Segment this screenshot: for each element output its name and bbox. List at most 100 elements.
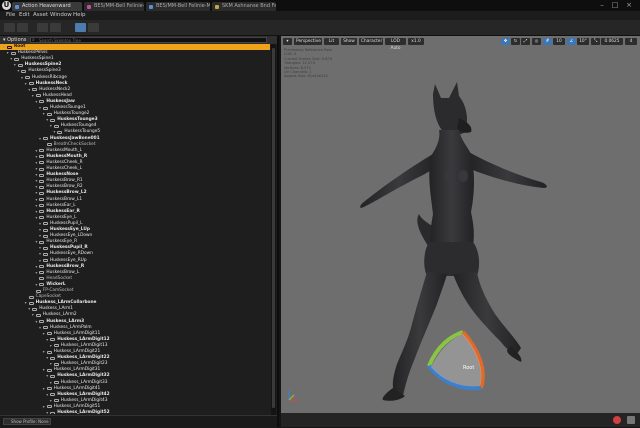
- record-icon[interactable]: [613, 416, 621, 424]
- bone-row[interactable]: ▾ HuskessBrow_L2: [0, 190, 270, 196]
- bone-row[interactable]: ▾ HuskessEye_R: [0, 239, 270, 245]
- bone-row[interactable]: ▾ HuskessEye_RDown: [0, 251, 270, 257]
- bone-row[interactable]: ▾ HuskessEye_LUp: [0, 227, 270, 233]
- bone-row[interactable]: ▾ Huskess_LArmDigit42: [0, 392, 270, 398]
- world-space-icon[interactable]: ◎: [532, 38, 541, 45]
- show-button[interactable]: Show: [341, 38, 357, 45]
- bone-row[interactable]: ▾ Huskess_LArmDigit51: [0, 404, 270, 410]
- bone-row[interactable]: ▾ Huskess_LArmDigit12: [0, 337, 270, 343]
- expand-arrow-icon[interactable]: ▾: [43, 331, 45, 337]
- viewport-options-button[interactable]: ▾: [283, 38, 292, 45]
- expand-arrow-icon[interactable]: ▾: [7, 50, 9, 56]
- search-input[interactable]: Search Skeleton Tree: [30, 37, 267, 43]
- expand-arrow-icon[interactable]: ▾: [35, 184, 37, 190]
- perspective-button[interactable]: Perspective: [294, 38, 322, 45]
- expand-arrow-icon[interactable]: ▾: [50, 380, 52, 386]
- bone-row[interactable]: ▾ HuskessCheek_R: [0, 160, 270, 166]
- options-dropdown[interactable]: ▾ Options: [3, 36, 26, 44]
- bone-row[interactable]: ▾ WickerL: [0, 282, 270, 288]
- expand-arrow-icon[interactable]: ▾: [39, 105, 41, 111]
- expand-arrow-icon[interactable]: ▾: [28, 87, 30, 93]
- expand-arrow-icon[interactable]: ▾: [35, 99, 37, 105]
- expand-arrow-icon[interactable]: ▾: [3, 44, 5, 50]
- expand-arrow-icon[interactable]: ▾: [39, 227, 41, 233]
- expand-arrow-icon[interactable]: ▾: [43, 349, 45, 355]
- rotation-gizmo[interactable]: Root: [427, 330, 485, 391]
- bone-row[interactable]: ▾ HuskessCheek_L: [0, 166, 270, 172]
- expand-arrow-icon[interactable]: ▾: [50, 398, 52, 404]
- playback-speed-button[interactable]: x1.0: [408, 38, 424, 45]
- expand-arrow-icon[interactable]: ▾: [50, 361, 52, 367]
- scale-snap-value[interactable]: 0.0625: [601, 38, 623, 45]
- bone-row[interactable]: ▾ HuskessPupil_L: [0, 221, 270, 227]
- bone-row[interactable]: ▾ HuskessSpine3: [0, 68, 270, 74]
- menu-file[interactable]: File: [6, 11, 15, 20]
- skeleton-mode-button[interactable]: [37, 23, 48, 32]
- expand-arrow-icon[interactable]: ▾: [14, 62, 16, 68]
- expand-arrow-icon[interactable]: ▾: [17, 68, 19, 74]
- menu-help[interactable]: Help: [73, 11, 86, 20]
- expand-arrow-icon[interactable]: ▾: [35, 203, 37, 209]
- expand-arrow-icon[interactable]: ▾: [39, 245, 41, 251]
- maximize-icon[interactable]: □: [611, 1, 619, 9]
- bone-row[interactable]: ▾ HuskessTounge1: [0, 105, 270, 111]
- bone-row[interactable]: ▾ HuskessJawBone001: [0, 136, 270, 142]
- character-button[interactable]: Character: [359, 38, 383, 45]
- bone-row[interactable]: ▾ HuskessMouth_L: [0, 148, 270, 154]
- bone-row[interactable]: ▾ HuskessTounge5: [0, 129, 270, 135]
- expand-arrow-icon[interactable]: ▾: [46, 337, 48, 343]
- bone-row[interactable]: ▾ Huskess_LArmDigit21: [0, 349, 270, 355]
- scrollbar-thumb[interactable]: [272, 48, 275, 408]
- bone-row[interactable]: ▾ Huskess_LArmDigit11: [0, 331, 270, 337]
- expand-arrow-icon[interactable]: ▾: [35, 172, 37, 178]
- expand-arrow-icon[interactable]: ▾: [35, 319, 37, 325]
- bone-row[interactable]: ▾ Huskess_LArmDigit22: [0, 355, 270, 361]
- bone-row[interactable]: ▾ Huskess_LArmDigit32: [0, 373, 270, 379]
- socket-row[interactable]: HeadSocket: [0, 276, 270, 282]
- bone-row[interactable]: ▾ HuskessEar_R: [0, 209, 270, 215]
- expand-arrow-icon[interactable]: ▾: [43, 111, 45, 117]
- bone-row[interactable]: ▾ HuskessTounge2: [0, 111, 270, 117]
- bone-row[interactable]: ▾ HuskessPupil_R: [0, 245, 270, 251]
- bone-row[interactable]: ▾ Huskess_LArm2: [0, 312, 270, 318]
- bone-row[interactable]: ▾ Huskess_LArm3: [0, 319, 270, 325]
- translate-icon[interactable]: ✥: [501, 38, 510, 45]
- bone-row[interactable]: ▾ HuskessEar_L: [0, 203, 270, 209]
- expand-arrow-icon[interactable]: ▾: [25, 300, 27, 306]
- expand-arrow-icon[interactable]: ▾: [35, 148, 37, 154]
- bone-row[interactable]: ▾ Huskess_LArmDigit33: [0, 380, 270, 386]
- bone-row[interactable]: ▾ HuskessBrow_L1: [0, 197, 270, 203]
- bone-row[interactable]: ▾ Huskess_LArmDigit31: [0, 367, 270, 373]
- expand-arrow-icon[interactable]: ▾: [35, 264, 37, 270]
- bone-row[interactable]: ▾ HuskessTounge3: [0, 117, 270, 123]
- expand-arrow-icon[interactable]: ▾: [39, 221, 41, 227]
- playback-icon[interactable]: [627, 416, 635, 424]
- expand-arrow-icon[interactable]: ▾: [39, 325, 41, 331]
- bone-row[interactable]: ▾ HuskessBrow_R1: [0, 178, 270, 184]
- grid-snap-value[interactable]: 10: [553, 38, 565, 45]
- document-tab[interactable]: BES/MM-Bell Felinie-Mira: [84, 2, 144, 11]
- rotate-snap-value[interactable]: 10°: [577, 38, 589, 45]
- bone-row[interactable]: ▾ HuskessTounge4: [0, 123, 270, 129]
- expand-arrow-icon[interactable]: ▾: [28, 306, 30, 312]
- minimize-icon[interactable]: –: [598, 1, 606, 9]
- browse-button[interactable]: [17, 23, 28, 32]
- expand-arrow-icon[interactable]: ▾: [43, 367, 45, 373]
- document-tab[interactable]: BES/MM-Bell Felinie-Mira: [146, 2, 210, 11]
- expand-arrow-icon[interactable]: ▾: [35, 197, 37, 203]
- bone-row[interactable]: ▾ Huskess_LArmPalm: [0, 325, 270, 331]
- profile-dropdown[interactable]: Show Profile: None: [3, 418, 51, 425]
- expand-arrow-icon[interactable]: ▾: [35, 154, 37, 160]
- bone-row[interactable]: ▾ Huskess_LArmDigit52: [0, 410, 270, 414]
- socket-row[interactable]: BreathCheckSocket: [0, 142, 270, 148]
- physics-mode-button[interactable]: [88, 23, 99, 32]
- bone-row[interactable]: ▾ Huskess_LArmDigit43: [0, 398, 270, 404]
- expand-arrow-icon[interactable]: ▾: [35, 215, 37, 221]
- expand-arrow-icon[interactable]: ▾: [35, 239, 37, 245]
- expand-arrow-icon[interactable]: ▾: [53, 129, 55, 135]
- menu-edit[interactable]: Edit: [19, 11, 30, 20]
- bone-row[interactable]: ▾ Huskess_LArmDigit41: [0, 386, 270, 392]
- scale-icon[interactable]: ⤢: [521, 38, 530, 45]
- bone-row[interactable]: ▾ HuskessEye_RUp: [0, 258, 270, 264]
- menu-asset[interactable]: Asset: [33, 11, 48, 20]
